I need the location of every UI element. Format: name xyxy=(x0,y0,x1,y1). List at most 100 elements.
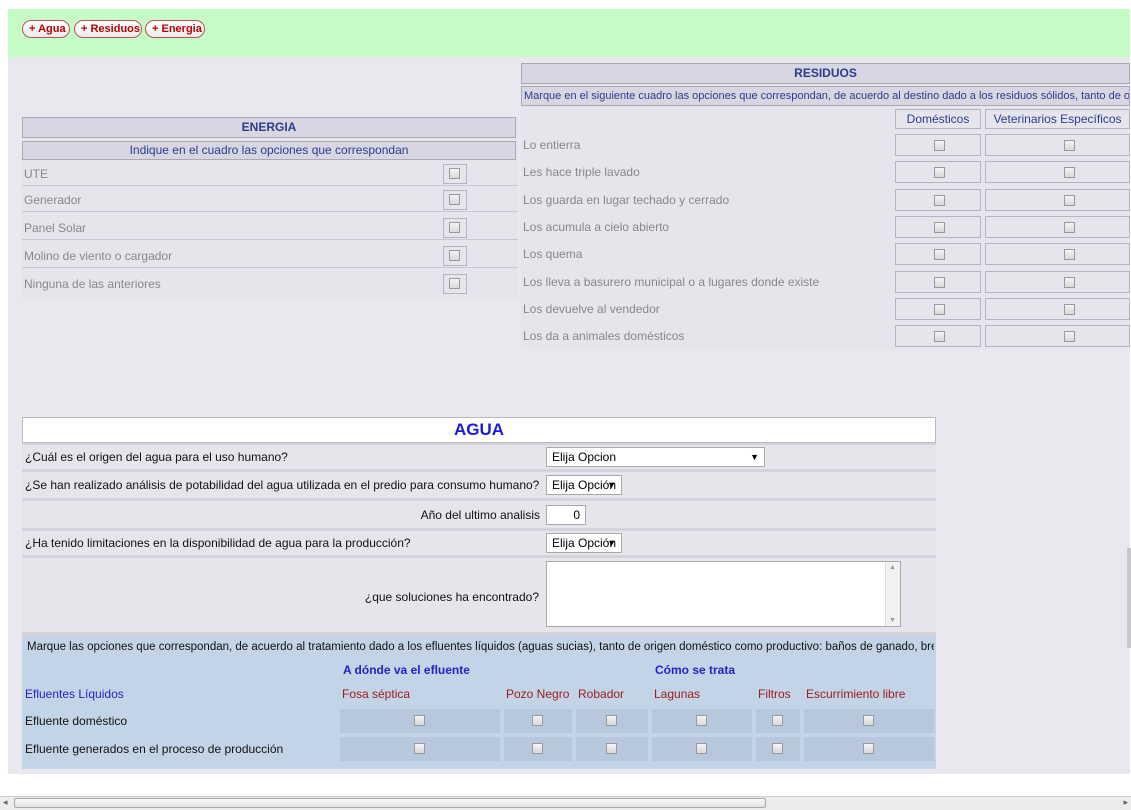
energia-title: ENERGIA xyxy=(22,117,516,138)
agua-title-row: AGUA xyxy=(22,417,936,443)
question-label: Año del ultimo analisis xyxy=(420,508,540,522)
dropdown-arrow-icon: ▼ xyxy=(607,480,616,490)
checkbox-cell xyxy=(443,164,467,184)
residuos-row: Los da a animales domésticos xyxy=(521,323,1130,349)
anio-analisis-input[interactable]: 0 xyxy=(546,505,586,525)
panel-solar-checkbox[interactable] xyxy=(449,222,460,233)
checkbox-cell xyxy=(504,737,572,761)
vertical-scrollbar[interactable] xyxy=(1127,548,1131,648)
col-domesticos: Domésticos xyxy=(895,109,981,129)
checkbox-cell xyxy=(985,271,1130,293)
analisis-select[interactable]: Elija Opción ▼ xyxy=(546,475,622,495)
question-label: ¿Cuál es el origen del agua para el uso … xyxy=(25,450,288,464)
question-label: ¿Ha tenido limitaciones en la disponibil… xyxy=(25,536,411,550)
robador-checkbox[interactable] xyxy=(606,743,617,754)
efluente-row-label: Efluente generados en el proceso de prod… xyxy=(25,742,284,756)
domestico-checkbox[interactable] xyxy=(934,249,945,260)
energia-option-label: Ninguna de las anteriores xyxy=(24,277,161,291)
veterinario-checkbox[interactable] xyxy=(1064,167,1075,178)
origen-agua-select[interactable]: Elija Opcion ▼ xyxy=(546,447,765,467)
veterinario-checkbox[interactable] xyxy=(1064,304,1075,315)
pozo-negro-checkbox[interactable] xyxy=(532,743,543,754)
question-row: ¿Cuál es el origen del agua para el uso … xyxy=(22,445,936,469)
molino-checkbox[interactable] xyxy=(449,250,460,261)
residuos-row: Los devuelve al vendedor xyxy=(521,296,1130,322)
checkbox-cell xyxy=(804,709,934,733)
residuos-section: RESIDUOS Marque en el siguiente cuadro l… xyxy=(521,63,1130,350)
lagunas-checkbox[interactable] xyxy=(696,743,707,754)
residuos-title: RESIDUOS xyxy=(521,63,1130,84)
col-lagunas: Lagunas xyxy=(654,687,701,701)
checkbox-cell xyxy=(895,134,981,156)
filtros-checkbox[interactable] xyxy=(772,715,783,726)
checkbox-cell xyxy=(443,218,467,238)
col-robador: Robador xyxy=(578,687,625,701)
lagunas-checkbox[interactable] xyxy=(696,715,707,726)
add-residuos-button[interactable]: + Residuos xyxy=(74,20,142,38)
residuos-row: Los guarda en lugar techado y cerrado xyxy=(521,187,1130,213)
checkbox-cell xyxy=(895,325,981,347)
checkbox-cell xyxy=(985,161,1130,183)
residuos-row: Les hace triple lavado xyxy=(521,159,1130,185)
horizontal-scrollbar[interactable]: ◂ ▸ xyxy=(0,796,1131,810)
veterinario-checkbox[interactable] xyxy=(1064,140,1075,151)
add-agua-label: Agua xyxy=(38,23,66,35)
textarea-scrollbar[interactable]: ▲ ▼ xyxy=(885,562,900,626)
veterinario-checkbox[interactable] xyxy=(1064,249,1075,260)
col-filtros: Filtros xyxy=(758,687,791,701)
domestico-checkbox[interactable] xyxy=(934,140,945,151)
col-escurrimiento-libre: Escurrimiento libre xyxy=(806,687,906,701)
ninguna-checkbox[interactable] xyxy=(449,278,460,289)
add-energia-button[interactable]: + Energia xyxy=(145,20,205,38)
scrollbar-thumb[interactable] xyxy=(14,798,766,808)
domestico-checkbox[interactable] xyxy=(934,304,945,315)
soluciones-textarea[interactable]: ▲ ▼ xyxy=(546,561,901,627)
efluente-destino-header: A dónde va el efluente xyxy=(343,663,470,677)
escurrimiento-checkbox[interactable] xyxy=(863,715,874,726)
checkbox-cell xyxy=(895,189,981,211)
add-agua-button[interactable]: + Agua xyxy=(22,20,70,38)
energia-instruction: Indique en el cuadro las opciones que co… xyxy=(22,141,516,160)
residuos-instruction: Marque en el siguiente cuadro las opcion… xyxy=(521,86,1130,106)
robador-checkbox[interactable] xyxy=(606,715,617,726)
residuos-option-label: Los devuelve al vendedor xyxy=(523,302,660,316)
veterinario-checkbox[interactable] xyxy=(1064,222,1075,233)
efluentes-row-header: Efluentes Líquidos xyxy=(25,687,124,701)
energia-row: Panel Solar xyxy=(22,216,518,240)
checkbox-cell xyxy=(340,709,500,733)
checkbox-cell xyxy=(985,216,1130,238)
domestico-checkbox[interactable] xyxy=(934,222,945,233)
filtros-checkbox[interactable] xyxy=(772,743,783,754)
checkbox-cell xyxy=(756,737,800,761)
generador-checkbox[interactable] xyxy=(449,194,460,205)
question-label: ¿Se han realizado análisis de potabilida… xyxy=(25,478,540,492)
checkbox-cell xyxy=(340,737,500,761)
checkbox-cell xyxy=(895,161,981,183)
checkbox-cell xyxy=(576,709,648,733)
domestico-checkbox[interactable] xyxy=(934,167,945,178)
fosa-septica-checkbox[interactable] xyxy=(414,743,425,754)
residuos-option-label: Los quema xyxy=(523,247,583,261)
fosa-septica-checkbox[interactable] xyxy=(414,715,425,726)
escurrimiento-checkbox[interactable] xyxy=(863,743,874,754)
domestico-checkbox[interactable] xyxy=(934,277,945,288)
scroll-up-icon: ▲ xyxy=(889,564,896,571)
ute-checkbox[interactable] xyxy=(449,168,460,179)
veterinario-checkbox[interactable] xyxy=(1064,277,1075,288)
domestico-checkbox[interactable] xyxy=(934,195,945,206)
domestico-checkbox[interactable] xyxy=(934,331,945,342)
residuos-row: Lo entierra xyxy=(521,132,1130,158)
scroll-down-icon: ▼ xyxy=(889,617,896,624)
residuos-option-label: Lo entierra xyxy=(523,138,581,152)
veterinario-checkbox[interactable] xyxy=(1064,331,1075,342)
pozo-negro-checkbox[interactable] xyxy=(532,715,543,726)
energia-row: Ninguna de las anteriores xyxy=(22,272,518,296)
plus-icon: + xyxy=(29,23,39,35)
question-row: ¿Ha tenido limitaciones en la disponibil… xyxy=(22,531,936,555)
energia-option-label: Panel Solar xyxy=(24,221,87,235)
energia-option-label: Molino de viento o cargador xyxy=(24,249,173,263)
veterinario-checkbox[interactable] xyxy=(1064,195,1075,206)
limitaciones-select[interactable]: Elija Opción ▼ xyxy=(546,533,622,553)
scroll-right-icon: ▸ xyxy=(1123,797,1128,807)
efluentes-instruction: Marque las opciones que correspondan, de… xyxy=(27,641,934,653)
